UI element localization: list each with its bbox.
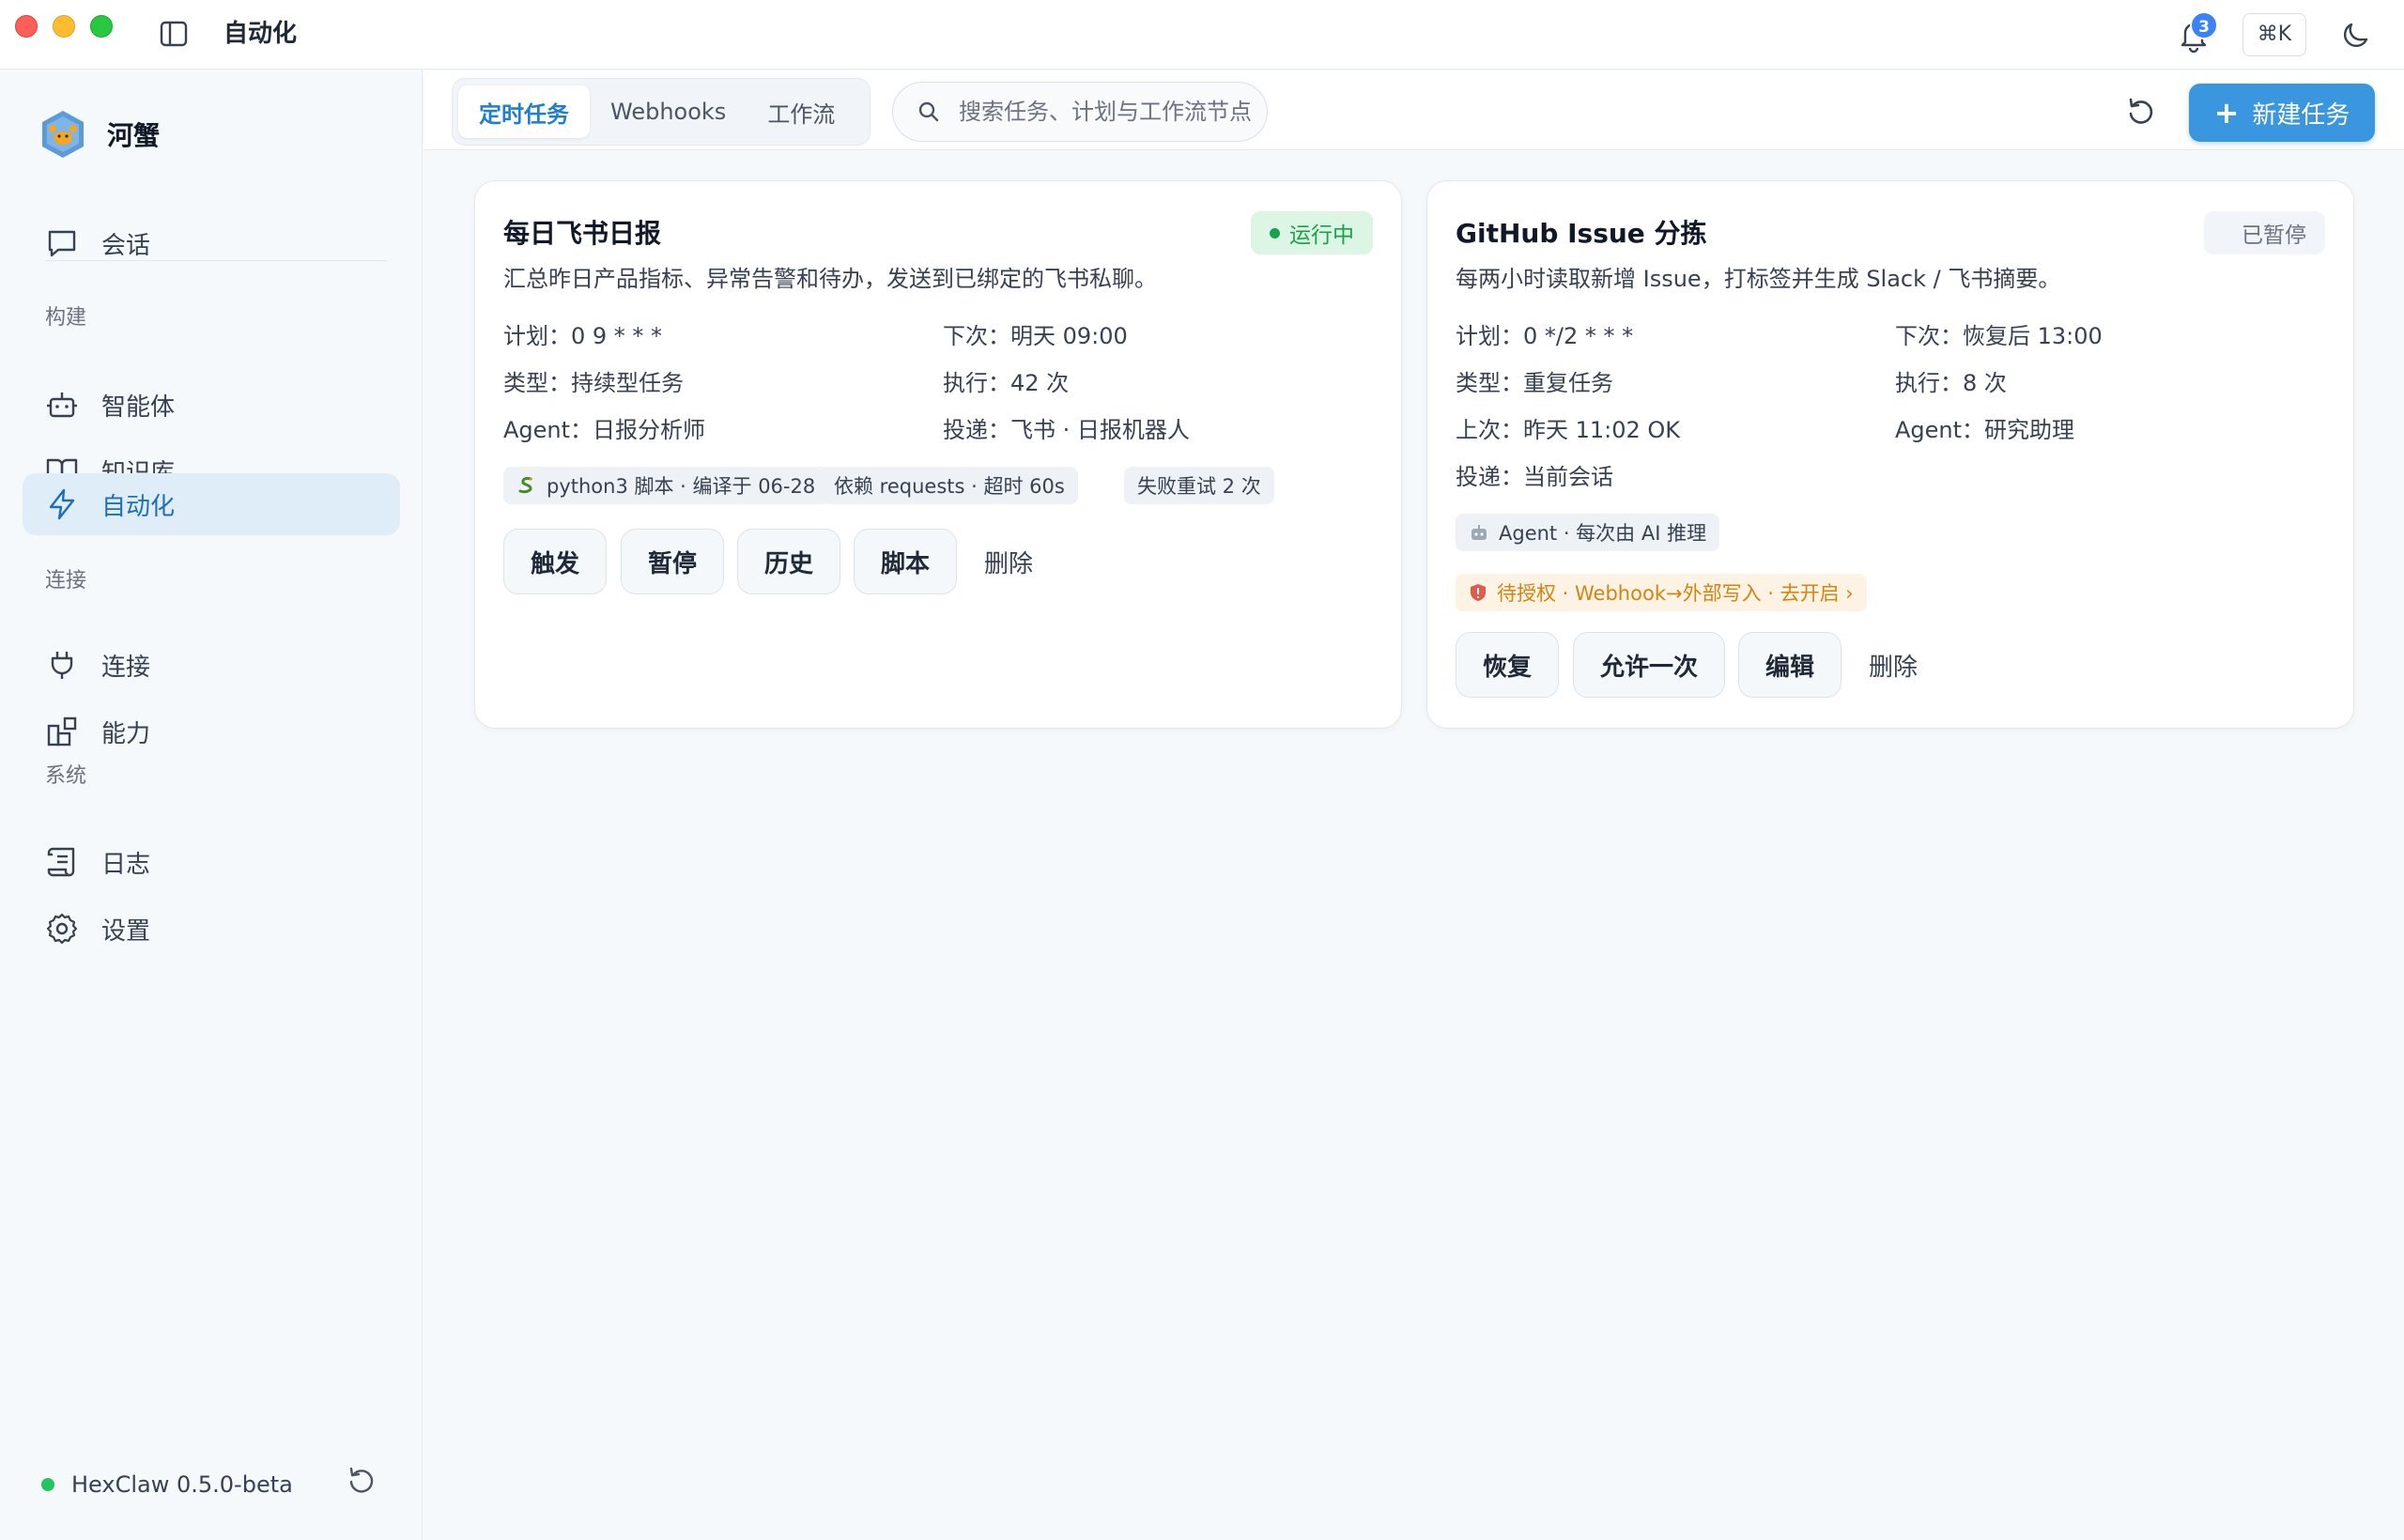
sidebar-item-automation[interactable]: 自动化 <box>23 473 400 535</box>
sidebar-item-connections[interactable]: 连接 <box>23 634 400 696</box>
task-last-run: 上次：昨天 11:02 OK <box>1456 417 1681 443</box>
status-dot <box>41 1478 54 1491</box>
task-next-run: 下次：明天 09:00 <box>943 323 1128 349</box>
history-button[interactable]: 历史 <box>737 529 840 594</box>
search-icon <box>918 101 939 122</box>
blocks-icon <box>47 716 77 747</box>
sidebar-item-label: 会话 <box>101 231 151 260</box>
tab-webhooks[interactable]: Webhooks <box>590 85 747 138</box>
moon-icon[interactable] <box>2340 19 2372 51</box>
sidebar-item-logs[interactable]: 日志 <box>23 831 400 893</box>
title-bar: 自动化 3 ⌘K <box>0 0 2404 69</box>
task-tabs: 定时任务 Webhooks 工作流 <box>452 78 871 146</box>
sidebar-toggle-icon[interactable] <box>160 21 188 47</box>
toolbar: 定时任务 Webhooks 工作流 + 新建任务 <box>424 70 2404 150</box>
search-input[interactable] <box>959 99 1259 125</box>
task-title: GitHub Issue 分拣 <box>1456 218 1707 249</box>
task-description: 每两小时读取新增 Issue，打标签并生成 Slack / 飞书摘要。 <box>1456 266 2061 292</box>
section-label-build: 构建 <box>45 306 87 330</box>
sidebar-item-label: 连接 <box>101 653 151 682</box>
script-button[interactable]: 脚本 <box>854 529 957 594</box>
app-version: HexClaw 0.5.0-beta <box>71 1471 293 1498</box>
delete-button[interactable]: 删除 <box>1856 632 1931 698</box>
sidebar: 河蟹 会话 构建 智能体 知识库 自动化 连接 <box>0 70 423 1540</box>
section-label-system: 系统 <box>45 764 87 788</box>
robot-icon <box>47 393 77 418</box>
command-palette-button[interactable]: ⌘K <box>2242 13 2306 56</box>
scroll-icon <box>47 847 75 877</box>
shield-icon <box>1469 582 1487 603</box>
chat-bubble-icon <box>48 230 76 257</box>
section-label-connect: 连接 <box>45 569 87 593</box>
new-task-label: 新建任务 <box>2252 100 2350 130</box>
status-text: 运行中 <box>1289 223 1354 248</box>
app-status: HexClaw 0.5.0-beta <box>41 1471 293 1498</box>
status-badge: 已暂停 <box>2204 211 2325 254</box>
delete-button[interactable]: 删除 <box>971 529 1046 594</box>
task-agent: Agent：日报分析师 <box>503 417 706 443</box>
sidebar-item-capabilities[interactable]: 能力 <box>23 701 400 762</box>
task-plan: 计划：0 9 * * * <box>503 323 663 349</box>
notification-badge: 3 <box>2190 11 2218 39</box>
dependency-chip: 依赖 requests · 超时 60s <box>821 467 1078 504</box>
brand-name: 河蟹 <box>107 120 161 151</box>
plug-icon <box>51 652 73 679</box>
gear-icon <box>46 913 78 945</box>
sidebar-divider <box>45 260 387 261</box>
task-run-count: 执行：42 次 <box>943 370 1070 396</box>
refresh-icon[interactable] <box>346 1464 378 1496</box>
sidebar-item-label: 日志 <box>101 850 151 879</box>
sidebar-item-label: 自动化 <box>101 492 176 521</box>
lightning-icon <box>49 488 75 520</box>
task-delivery: 投递：飞书 · 日报机器人 <box>943 417 1190 443</box>
script-chip: python3 脚本 · 编译于 06-28 <box>503 467 829 504</box>
sidebar-item-chat[interactable]: 会话 <box>23 212 400 274</box>
search-box <box>892 82 1268 142</box>
refresh-icon[interactable] <box>2124 95 2158 129</box>
sidebar-item-label: 设置 <box>101 916 151 946</box>
task-card: 每日飞书日报 运行中 汇总昨日产品指标、异常告警和待办，发送到已绑定的飞书私聊。… <box>474 180 1402 729</box>
close-window-button[interactable] <box>15 15 38 38</box>
robot-icon <box>1469 522 1489 543</box>
tab-workflows[interactable]: 工作流 <box>747 85 855 138</box>
minimize-window-button[interactable] <box>53 15 75 38</box>
sidebar-item-agents[interactable]: 智能体 <box>23 374 400 436</box>
retry-chip: 失败重试 2 次 <box>1124 467 1274 504</box>
chip-text: python3 脚本 · 编译于 06-28 <box>547 475 816 498</box>
task-delivery: 投递：当前会话 <box>1456 464 1613 490</box>
task-title: 每日飞书日报 <box>503 218 662 249</box>
sidebar-item-settings[interactable]: 设置 <box>23 898 400 960</box>
task-type: 类型：持续型任务 <box>503 370 684 396</box>
authorization-chip[interactable]: 待授权 · Webhook→外部写入 · 去开启 › <box>1456 574 1867 611</box>
task-next-run: 下次：恢复后 13:00 <box>1895 323 2103 349</box>
trigger-button[interactable]: 触发 <box>503 529 607 594</box>
pause-button[interactable]: 暂停 <box>621 529 724 594</box>
crab-logo-icon <box>42 111 84 158</box>
running-dot-icon <box>1270 227 1280 239</box>
sidebar-item-label: 能力 <box>101 719 151 748</box>
task-agent: Agent：研究助理 <box>1895 417 2075 443</box>
agent-mode-chip: Agent · 每次由 AI 推理 <box>1456 514 1720 551</box>
allow-once-button[interactable]: 允许一次 <box>1573 632 1725 698</box>
tab-scheduled[interactable]: 定时任务 <box>458 85 590 138</box>
task-plan: 计划：0 */2 * * * <box>1456 323 1634 349</box>
zoom-window-button[interactable] <box>90 15 113 38</box>
task-card: GitHub Issue 分拣 已暂停 每两小时读取新增 Issue，打标签并生… <box>1426 180 2354 729</box>
task-type: 类型：重复任务 <box>1456 370 1613 396</box>
status-badge: 运行中 <box>1251 211 1373 254</box>
resume-button[interactable]: 恢复 <box>1456 632 1559 698</box>
snake-icon <box>516 475 537 496</box>
brand: 河蟹 <box>39 106 160 162</box>
task-description: 汇总昨日产品指标、异常告警和待办，发送到已绑定的飞书私聊。 <box>503 266 1157 292</box>
plus-icon: + <box>2213 95 2240 131</box>
page-title: 自动化 <box>223 20 298 48</box>
task-run-count: 执行：8 次 <box>1895 370 2007 396</box>
chip-text: 待授权 · Webhook→外部写入 · 去开启 › <box>1497 582 1854 605</box>
edit-button[interactable]: 编辑 <box>1738 632 1842 698</box>
new-task-button[interactable]: + 新建任务 <box>2189 84 2375 142</box>
sidebar-item-label: 智能体 <box>101 393 176 422</box>
chip-text: Agent · 每次由 AI 推理 <box>1499 522 1707 545</box>
